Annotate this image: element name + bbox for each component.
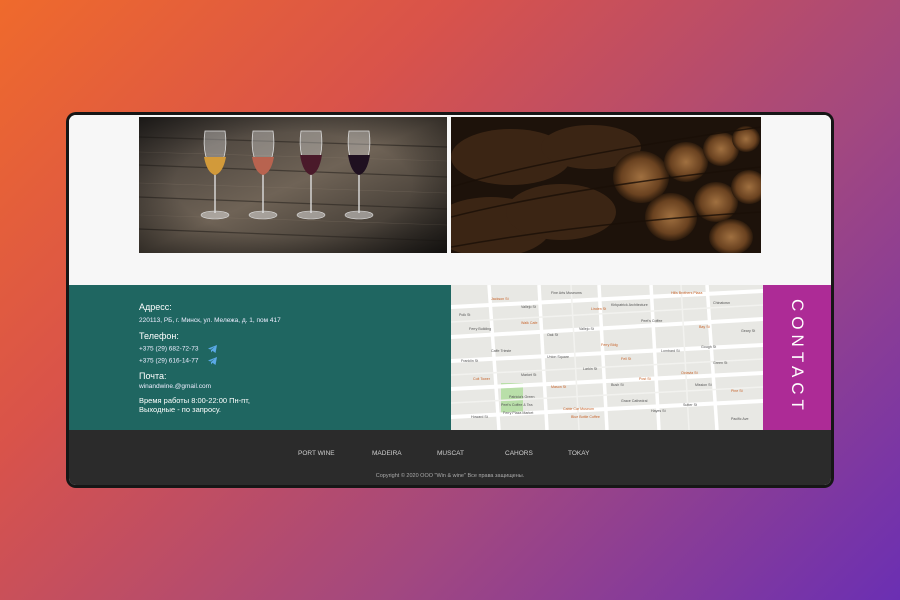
map-label: Cable Car Museum	[563, 407, 594, 411]
map-label: Ferry Plaza Market	[503, 411, 534, 415]
map-label: Sutter St	[683, 403, 697, 407]
map-label: Hayes St	[651, 409, 666, 413]
map-label: Walk Cafe	[521, 321, 538, 325]
map-label: Post St	[639, 377, 651, 381]
map-label: Geary St	[741, 329, 756, 333]
map-label: Market St	[521, 373, 537, 377]
map-label: Franklin St	[461, 359, 479, 363]
map-label: Chinatown	[713, 301, 730, 305]
telegram-icon[interactable]	[208, 345, 218, 353]
map-label: Gough St	[701, 345, 717, 349]
map-label: Patricia's Green	[509, 395, 535, 399]
map-label: Peet's Coffee	[641, 319, 663, 323]
map-label: Bay St	[699, 325, 710, 329]
email-link[interactable]: winandwine.@gmail.com	[139, 383, 211, 390]
phone-heading: Телефон:	[139, 331, 179, 341]
map-label: Hills Brothers Plaza	[671, 291, 703, 295]
location-map[interactable]: Jackson St Fine Arts Museums Kirkpatrick A…	[451, 285, 763, 430]
map-label: Octavia St	[681, 371, 698, 375]
map-label: Lombard St	[661, 349, 680, 353]
map-label: Coit Tower	[473, 377, 490, 381]
map-label: Pacific Ave	[731, 417, 749, 421]
map-label: Ferry Building	[469, 327, 492, 331]
map-label: Linden St	[591, 307, 607, 311]
map-label: Union Square	[547, 355, 569, 359]
nav-link-port-wine[interactable]: PORT WINE	[298, 450, 335, 457]
contact-info-panel: Адресс: 220113, РБ, г. Минск, ул. Мележа…	[69, 285, 451, 430]
phone-number-1[interactable]: +375 (29) 682-72-73	[139, 346, 198, 353]
map-label: Peet's Coffee & Tea	[501, 403, 533, 407]
map-label: Bush St	[611, 383, 624, 387]
page-viewport: Адресс: 220113, РБ, г. Минск, ул. Мележа…	[69, 115, 831, 485]
map-label: Mason St	[551, 385, 567, 389]
contact-tab-label: CONTACT	[788, 299, 807, 415]
map-label: Grace Cathedral	[621, 399, 648, 403]
map-label: Polk St	[459, 313, 471, 317]
address-heading: Адресс:	[139, 302, 172, 312]
map-label: Mission St	[695, 383, 712, 387]
map-label: Vallejo St	[521, 305, 536, 309]
phone-row-1: +375 (29) 682-72-73	[139, 345, 218, 353]
hours-line-2: Выходные - по запросу.	[139, 405, 221, 414]
map-label: Blue Bottle Coffee	[571, 415, 600, 419]
phone-row-2: +375 (29) 616-14-77	[139, 357, 218, 365]
phone-number-2[interactable]: +375 (29) 616-14-77	[139, 358, 198, 365]
wine-glasses-photo	[139, 117, 447, 253]
telegram-icon[interactable]	[208, 357, 218, 365]
wine-barrels-photo	[451, 117, 761, 253]
nav-link-tokay[interactable]: TOKAY	[568, 450, 589, 457]
map-label: Fell St	[621, 357, 632, 361]
map-label: Ferry Bldg	[601, 343, 618, 347]
map-label: Caffe Trieste	[491, 349, 512, 353]
map-label: Pine St	[731, 389, 743, 393]
nav-link-madeira[interactable]: MADEIRA	[372, 450, 402, 457]
gallery-section	[69, 115, 831, 285]
map-label: Green St	[713, 361, 728, 365]
footer: PORT WINE MADEIRA MUSCAT CAHORS TOKAY Co…	[69, 430, 831, 485]
copyright-text: Copyright © 2020 ООО "Win & wine" Все пр…	[375, 473, 525, 479]
map-label: Vallejo St	[579, 327, 594, 331]
address-text: 220113, РБ, г. Минск, ул. Мележа, д. 1, …	[139, 317, 281, 324]
contact-section: Адресс: 220113, РБ, г. Минск, ул. Мележа…	[69, 285, 831, 430]
map-label: Kirkpatrick Architecture	[611, 303, 648, 307]
map-label: Larkin St	[583, 367, 598, 371]
nav-link-cahors[interactable]: CAHORS	[505, 450, 533, 457]
browser-window: Адресс: 220113, РБ, г. Минск, ул. Мележа…	[66, 112, 834, 488]
map-label: Howard St	[471, 415, 488, 419]
map-label: Oak St	[547, 333, 558, 337]
map-label: Jackson St	[491, 297, 509, 301]
email-heading: Почта:	[139, 371, 167, 381]
nav-link-muscat[interactable]: MUSCAT	[437, 450, 464, 457]
hours-line-1: Время работы 8:00-22:00 Пн-пт,	[139, 396, 250, 405]
map-label: Fine Arts Museums	[551, 291, 582, 295]
contact-tab[interactable]: CONTACT	[763, 285, 831, 430]
